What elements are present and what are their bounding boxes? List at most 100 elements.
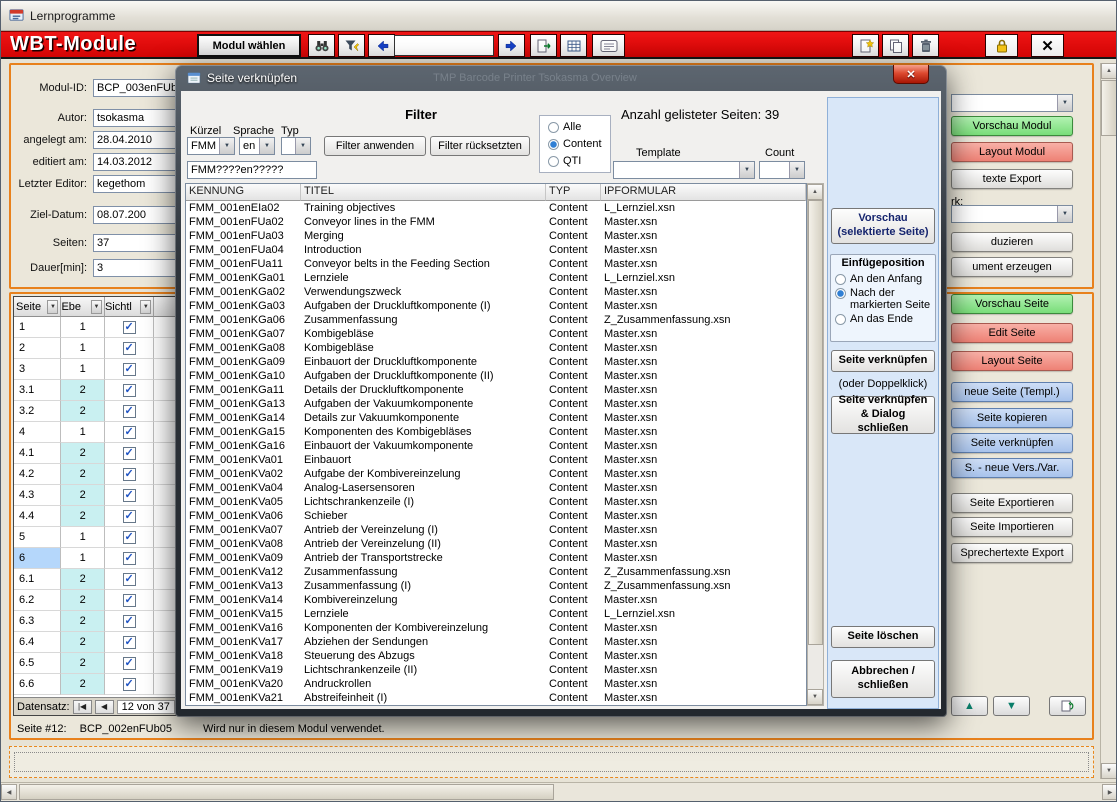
insert-position-radio-2[interactable]: An das Ende [831,312,935,326]
dialog-scroll-thumb[interactable] [808,200,823,645]
new-page-button[interactable] [852,34,879,57]
exit-button[interactable]: ✕ [1031,34,1064,57]
header-ipformular[interactable]: IPFORMULAR [601,184,806,201]
record-search-field[interactable] [394,35,494,56]
seite-loeschen-button[interactable]: Seite löschen [831,626,935,648]
vorschau-selektierte-seite-button[interactable]: Vorschau (selektierte Seite) [831,208,935,244]
seite-verknuepfen-panel-button[interactable]: Seite verknüpfen [951,433,1073,453]
header-titel[interactable]: TITEL [301,184,546,201]
page-order-button[interactable] [1049,696,1086,716]
network-dropdown[interactable]: ▼ [951,205,1073,223]
dialog-table-row[interactable]: FMM_001enKVa14KombivereinzelungContentMa… [186,593,806,607]
dialog-table-row[interactable]: FMM_001enKVa18Steuerung des AbzugsConten… [186,649,806,663]
produzieren-button[interactable]: duzieren [951,232,1073,252]
dialog-table-row[interactable]: FMM_001enKVa16Komponenten der Kombiverei… [186,621,806,635]
filter-button[interactable] [338,34,365,57]
sprache-dropdown[interactable]: en▼ [239,137,275,155]
scroll-right-button[interactable]: ▶ [1102,784,1117,800]
dialog-table-row[interactable]: FMM_001enKVa06SchieberContentMaster.xsn [186,509,806,523]
pages-table-row[interactable]: 31✓ [14,359,185,380]
dokument-erzeugen-button[interactable]: ument erzeugen [951,257,1073,277]
dialog-table-row[interactable]: FMM_001enKGa08KombigebläseContentMaster.… [186,341,806,355]
count-dropdown[interactable]: ▼ [759,161,805,179]
header-kennung[interactable]: KENNUNG [186,184,301,201]
dialog-table-row[interactable]: FMM_001enKGa16Einbauort der Vakuumkompon… [186,439,806,453]
horizontal-scrollbar[interactable]: ◀ ▶ [1,782,1117,801]
dialog-table-row[interactable]: FMM_001enKVa09Antrieb der Transportstrec… [186,551,806,565]
dialog-table-row[interactable]: FMM_001enKVa04Analog-LasersensorenConten… [186,481,806,495]
visible-checkbox[interactable]: ✓ [123,657,136,670]
delete-page-button[interactable] [912,34,939,57]
visible-checkbox[interactable]: ✓ [123,342,136,355]
dialog-table-row[interactable]: FMM_001enKVa20AndruckrollenContentMaster… [186,677,806,691]
visible-checkbox[interactable]: ✓ [123,552,136,565]
pages-table-row[interactable]: 4.42✓ [14,506,185,527]
neue-seite-button[interactable]: neue Seite (Templ.) [951,382,1073,402]
visible-checkbox[interactable]: ✓ [123,384,136,397]
visible-checkbox[interactable]: ✓ [123,426,136,439]
layout-seite-button[interactable]: Layout Seite [951,351,1073,371]
pages-table-row[interactable]: 4.12✓ [14,443,185,464]
typ-dropdown[interactable]: ▼ [281,137,311,155]
dialog-table-row[interactable]: FMM_001enKGa02VerwendungszweckContentMas… [186,285,806,299]
pages-table-row[interactable]: 3.12✓ [14,380,185,401]
filter-apply-button[interactable]: Filter anwenden [324,136,426,156]
column-filter-arrow-icon[interactable]: ▼ [140,300,151,314]
dialog-table-row[interactable]: FMM_001enKGa09Einbauort der Druckluftkom… [186,355,806,369]
move-page-up-button[interactable]: ▲ [951,696,988,716]
dialog-scroll-down-button[interactable]: ▼ [807,689,823,705]
pages-table-row[interactable]: 6.52✓ [14,653,185,674]
dialog-close-button[interactable]: ✕ [893,65,929,84]
dialog-table-row[interactable]: FMM_001enKVa01EinbauortContentMaster.xsn [186,453,806,467]
seite-verknuepfen-button[interactable]: Seite verknüpfen [831,350,935,372]
kuerzel-dropdown[interactable]: FMM▼ [187,137,235,155]
prev-record-button[interactable]: ◀ [95,700,114,714]
type-filter-radio-0[interactable]: Alle [544,120,606,134]
pages-table-row[interactable]: 6.62✓ [14,674,185,695]
pages-table-row[interactable]: 11✓ [14,317,185,338]
dialog-table-row[interactable]: FMM_001enKGa14Details zur Vakuumkomponen… [186,411,806,425]
next-record-button[interactable] [498,34,525,57]
lock-button[interactable] [985,34,1018,57]
pages-table-row[interactable]: 4.32✓ [14,485,185,506]
filter-reset-button[interactable]: Filter rücksetzten [430,136,530,156]
header-typ[interactable]: TYP [546,184,601,201]
pages-table-row[interactable]: 4.22✓ [14,464,185,485]
dialog-table-row[interactable]: FMM_001enFUa03MergingContentMaster.xsn [186,229,806,243]
horizontal-scroll-thumb[interactable] [19,784,554,800]
visible-checkbox[interactable]: ✓ [123,489,136,502]
modul-waehlen-button[interactable]: Modul wählen [197,34,301,57]
sprechertexte-export-button[interactable]: Sprechertexte Export [951,543,1073,563]
visible-checkbox[interactable]: ✓ [123,405,136,418]
copy-page-button[interactable] [882,34,909,57]
pages-table-row[interactable]: 21✓ [14,338,185,359]
dialog-table-row[interactable]: FMM_001enKGa10Aufgaben der Druckluftkomp… [186,369,806,383]
visible-checkbox[interactable]: ✓ [123,363,136,376]
dialog-titlebar[interactable]: Seite verknüpfen TMP Barcode Printer Tso… [175,65,947,91]
vorschau-modul-button[interactable]: Vorschau Modul [951,116,1073,136]
visible-checkbox[interactable]: ✓ [123,594,136,607]
visible-checkbox[interactable]: ✓ [123,615,136,628]
notes-button[interactable] [592,34,625,57]
first-record-button[interactable]: |◀ [73,700,92,714]
abbrechen-schliessen-button[interactable]: Abbrechen / schließen [831,660,935,698]
dialog-table-row[interactable]: FMM_001enKGa15Komponenten des Kombigeblä… [186,425,806,439]
scroll-up-button[interactable]: ▲ [1101,63,1117,79]
visible-checkbox[interactable]: ✓ [123,573,136,586]
visible-checkbox[interactable]: ✓ [123,678,136,691]
vertical-scrollbar[interactable]: ▲ ▼ [1100,63,1117,779]
seite-neue-version-button[interactable]: S. - neue Vers./Var. [951,458,1073,478]
template-dropdown[interactable]: ▼ [613,161,755,179]
pages-table-row[interactable]: 6.32✓ [14,611,185,632]
visible-checkbox[interactable]: ✓ [123,531,136,544]
edit-seite-button[interactable]: Edit Seite [951,323,1073,343]
dialog-table-row[interactable]: FMM_001enKVa05Lichtschrankenzeile (I)Con… [186,495,806,509]
visible-checkbox[interactable]: ✓ [123,636,136,649]
dialog-table-row[interactable]: FMM_001enKGa07KombigebläseContentMaster.… [186,327,806,341]
pages-table-row[interactable]: 3.22✓ [14,401,185,422]
module-extra-dropdown[interactable]: ▼ [951,94,1073,112]
seite-importieren-button[interactable]: Seite Importieren [951,517,1073,537]
dialog-table-row[interactable]: FMM_001enKGa13Aufgaben der Vakuumkompone… [186,397,806,411]
seite-exportieren-button[interactable]: Seite Exportieren [951,493,1073,513]
column-filter-arrow-icon[interactable]: ▼ [91,300,102,314]
